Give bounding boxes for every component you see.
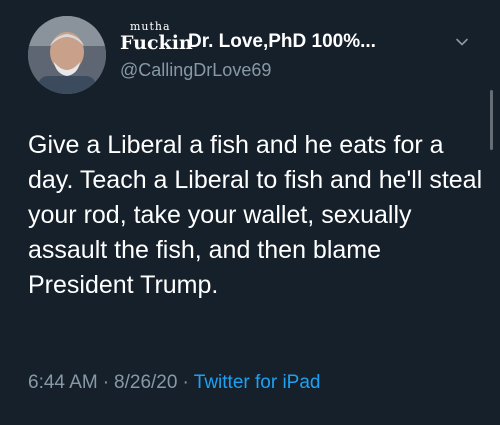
separator: · [182,372,189,393]
tweet-text: Give a Liberal a fish and he eats for a … [28,131,483,299]
tweet-date[interactable]: 8/26/20 [114,372,177,393]
display-name: Dr. Love,PhD 100%... [188,31,376,52]
tweet-source-link[interactable]: Twitter for iPad [194,372,321,393]
name-prefix: Fuckin [120,32,193,54]
tweet-header: mutha Fuckin Dr. Love,PhD 100%... @Calli… [120,20,450,81]
profile-photo-icon [28,16,106,94]
author-name[interactable]: mutha Fuckin Dr. Love,PhD 100%... [120,20,450,54]
scrollbar[interactable] [490,90,493,150]
author-handle[interactable]: @CallingDrLove69 [120,60,450,81]
chevron-down-icon[interactable] [454,34,470,50]
tweet-meta: 6:44 AM · 8/26/20 · Twitter for iPad [28,372,321,394]
tweet-card: mutha Fuckin Dr. Love,PhD 100%... @Calli… [0,0,500,425]
tweet-time[interactable]: 6:44 AM [28,372,98,393]
separator: · [102,372,110,393]
avatar[interactable] [28,16,106,94]
